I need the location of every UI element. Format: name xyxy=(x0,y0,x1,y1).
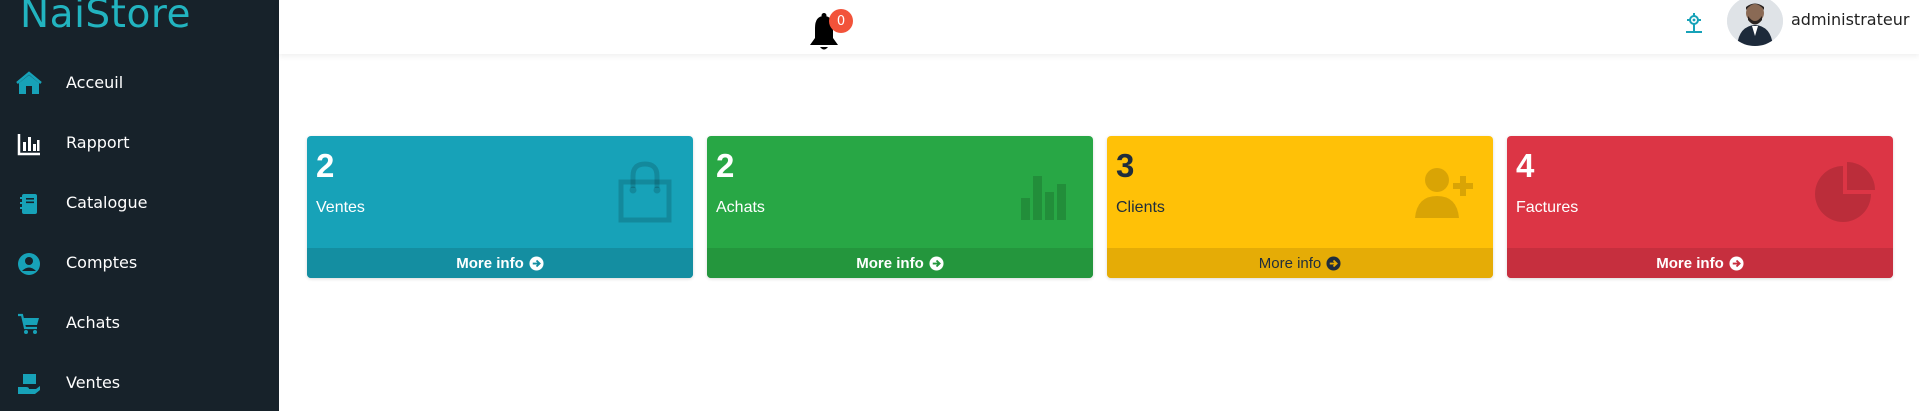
more-info-label: More info xyxy=(456,254,524,272)
more-info-label: More info xyxy=(1656,254,1724,272)
arrow-circle-right-icon xyxy=(1326,255,1341,271)
more-info-link[interactable]: More info xyxy=(707,248,1093,278)
arrow-circle-right-icon xyxy=(929,255,944,271)
top-navbar: 0 administrateur xyxy=(279,0,1919,54)
cart-icon xyxy=(16,311,42,337)
stat-label: Clients xyxy=(1116,199,1165,216)
book-icon xyxy=(16,191,42,217)
sidebar-item-comptes[interactable]: Comptes xyxy=(0,240,279,288)
sidebar-item-label: Catalogue xyxy=(66,193,148,212)
sidebar-item-rapport[interactable]: Rapport xyxy=(0,120,279,168)
stat-label: Achats xyxy=(716,199,765,216)
stat-card-factures: 4 Factures More info xyxy=(1507,136,1893,278)
sidebar-item-achats[interactable]: Achats xyxy=(0,300,279,348)
stat-label: Factures xyxy=(1516,199,1579,216)
stat-label: Ventes xyxy=(316,199,365,216)
more-info-label: More info xyxy=(1258,254,1322,272)
shopping-bag-icon xyxy=(618,161,672,223)
network-settings-icon[interactable] xyxy=(1682,11,1706,35)
user-avatar[interactable] xyxy=(1727,0,1783,46)
sidebar-item-label: Achats xyxy=(66,313,121,332)
sidebar-item-label: Acceuil xyxy=(66,73,124,92)
home-icon xyxy=(16,71,42,97)
more-info-label: More info xyxy=(856,254,924,272)
stat-card-achats: 2 Achats More info xyxy=(707,136,1093,278)
sidebar-item-ventes[interactable]: Ventes xyxy=(0,360,279,408)
stat-card-clients: 3 Clients More info xyxy=(1107,136,1493,278)
sidebar-item-acceuil[interactable]: Acceuil xyxy=(0,60,279,108)
hand-box-icon xyxy=(16,371,42,397)
username-label[interactable]: administrateur xyxy=(1791,10,1909,29)
stat-value: 3 xyxy=(1116,147,1135,184)
arrow-circle-right-icon xyxy=(529,255,544,271)
more-info-link[interactable]: More info xyxy=(1507,248,1893,278)
brand-logo[interactable]: NaiStore xyxy=(20,0,191,37)
sidebar-item-label: Rapport xyxy=(66,133,130,152)
stat-value: 2 xyxy=(316,147,335,184)
arrow-circle-right-icon xyxy=(1729,255,1744,271)
stat-card-ventes: 2 Ventes More info xyxy=(307,136,693,278)
sidebar-item-label: Ventes xyxy=(66,373,121,392)
more-info-link[interactable]: More info xyxy=(1107,248,1493,278)
bar-chart-icon xyxy=(1021,176,1066,220)
user-photo-icon xyxy=(1727,0,1783,46)
stat-value: 4 xyxy=(1516,147,1535,184)
user-circle-icon xyxy=(16,251,42,277)
stat-value: 2 xyxy=(716,147,735,184)
bar-chart-icon xyxy=(16,131,42,157)
pie-chart-icon xyxy=(1815,162,1875,222)
sidebar-item-catalogue[interactable]: Catalogue xyxy=(0,180,279,228)
sidebar-item-label: Comptes xyxy=(66,253,138,272)
user-plus-icon xyxy=(1415,168,1473,218)
sidebar: NaiStore Acceuil Rapport Catalogue Compt… xyxy=(0,0,279,411)
notification-badge: 0 xyxy=(829,9,853,33)
more-info-link[interactable]: More info xyxy=(307,248,693,278)
